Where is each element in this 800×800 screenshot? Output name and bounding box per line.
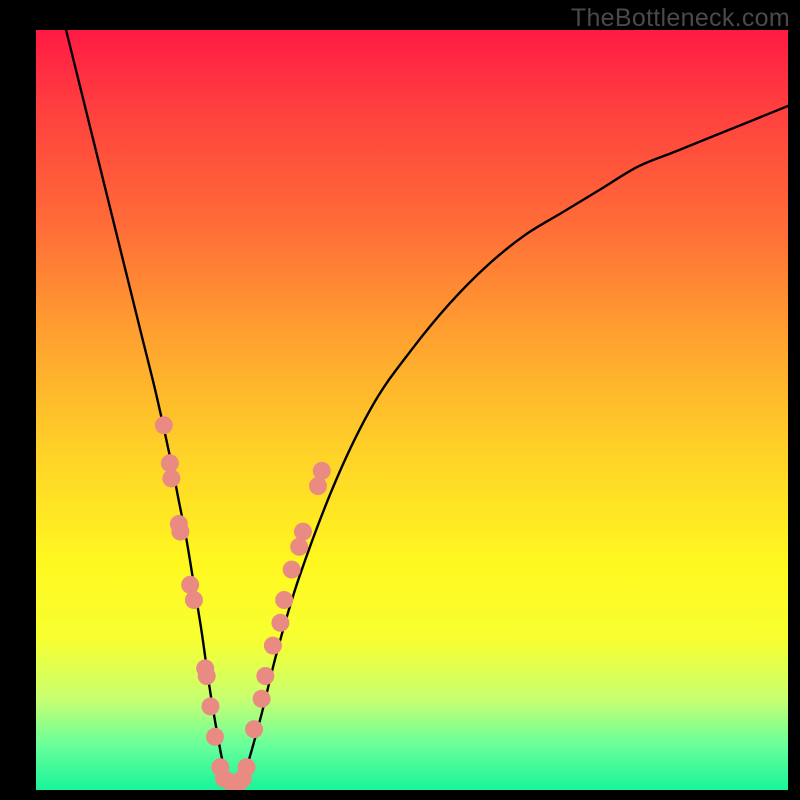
chart-marker bbox=[283, 561, 301, 579]
chart-plot-area bbox=[36, 30, 788, 790]
chart-marker bbox=[181, 576, 199, 594]
chart-marker bbox=[238, 758, 256, 776]
chart-marker bbox=[185, 591, 203, 609]
chart-marker bbox=[309, 477, 327, 495]
chart-marker bbox=[206, 728, 224, 746]
bottleneck-curve bbox=[66, 30, 788, 784]
chart-marker bbox=[171, 523, 189, 541]
chart-svg bbox=[36, 30, 788, 790]
chart-marker bbox=[162, 469, 180, 487]
chart-markers bbox=[155, 416, 331, 790]
watermark-text: TheBottleneck.com bbox=[571, 4, 790, 33]
chart-marker bbox=[198, 667, 216, 685]
chart-marker bbox=[161, 454, 179, 472]
chart-marker bbox=[271, 614, 289, 632]
chart-marker bbox=[275, 591, 293, 609]
chart-marker bbox=[155, 416, 173, 434]
chart-marker bbox=[256, 667, 274, 685]
chart-marker bbox=[253, 690, 271, 708]
chart-marker bbox=[264, 637, 282, 655]
chart-marker bbox=[313, 462, 331, 480]
chart-marker bbox=[290, 538, 308, 556]
chart-marker bbox=[201, 697, 219, 715]
chart-marker bbox=[245, 720, 263, 738]
chart-marker bbox=[294, 523, 312, 541]
